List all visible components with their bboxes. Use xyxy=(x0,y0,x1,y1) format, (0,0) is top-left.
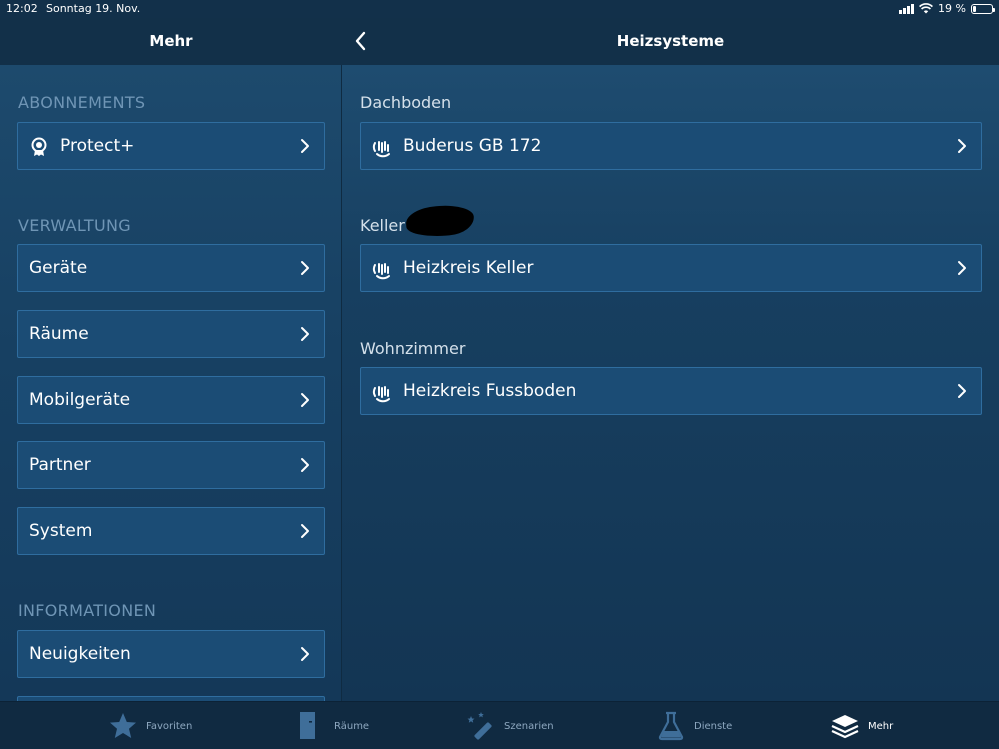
door-icon xyxy=(300,712,315,739)
tab-bar: Favoriten Räume Szenarien Dienste Mehr xyxy=(0,701,999,749)
status-indicators: 19 % xyxy=(899,2,995,15)
status-time: 12:02 xyxy=(6,2,38,15)
battery-percentage: 19 % xyxy=(938,2,966,15)
sidebar-item-geraete[interactable]: Geräte xyxy=(17,244,325,292)
sidebar-item-neuigkeiten[interactable]: Neuigkeiten xyxy=(17,630,325,678)
redaction-scribble xyxy=(405,203,475,239)
section-header-informationen: INFORMATIONEN xyxy=(18,601,157,620)
layers-icon xyxy=(831,715,859,739)
status-bar: 12:02 Sonntag 19. Nov. 19 % xyxy=(0,0,999,18)
cellular-signal-icon xyxy=(899,3,915,14)
tab-raeume[interactable]: Räume xyxy=(296,702,369,749)
sidebar-item-raeume[interactable]: Räume xyxy=(17,310,325,358)
heating-item-heizkreis-keller[interactable]: Heizkreis Keller xyxy=(360,244,982,292)
battery-icon xyxy=(971,3,995,14)
flask-icon xyxy=(658,711,684,741)
wifi-icon xyxy=(919,3,934,14)
chevron-right-icon xyxy=(301,458,309,472)
sidebar-item-label: Partner xyxy=(29,455,91,475)
chevron-right-icon xyxy=(301,393,309,407)
tab-mehr[interactable]: Mehr xyxy=(830,702,893,749)
battery-level xyxy=(973,5,977,12)
tab-label: Räume xyxy=(334,720,370,732)
heating-item-label: Buderus GB 172 xyxy=(403,136,542,156)
section-header-abonnements: ABONNEMENTS xyxy=(18,93,146,112)
sidebar-item-label: Mobilgeräte xyxy=(29,390,131,410)
sidebar: ABONNEMENTS Protect+ VERWALTUNG Geräte R… xyxy=(0,65,342,701)
heating-item-buderus[interactable]: Buderus GB 172 xyxy=(360,122,982,170)
sidebar-item-label: Räume xyxy=(29,324,89,344)
heating-system-icon xyxy=(372,141,390,158)
navigation-bar: Mehr Heizsysteme xyxy=(0,18,999,65)
chevron-right-icon xyxy=(301,524,309,538)
sidebar-item-label: Protect+ xyxy=(60,136,135,156)
sidebar-item-label: Geräte xyxy=(29,258,88,278)
chevron-right-icon xyxy=(301,647,309,661)
sidebar-item-protect-plus[interactable]: Protect+ xyxy=(17,122,325,170)
heating-item-heizkreis-fussboden[interactable]: Heizkreis Fussboden xyxy=(360,367,982,415)
status-date: Sonntag 19. Nov. xyxy=(46,2,141,15)
award-badge-icon xyxy=(31,137,47,156)
sidebar-item-label: System xyxy=(29,521,93,541)
room-header-wohnzimmer: Wohnzimmer xyxy=(360,339,466,358)
section-header-verwaltung: VERWALTUNG xyxy=(18,216,131,235)
star-icon xyxy=(110,713,136,738)
heating-system-icon xyxy=(372,263,390,280)
room-header-keller: Keller xyxy=(360,216,405,235)
heating-item-label: Heizkreis Keller xyxy=(403,258,534,278)
tab-dienste[interactable]: Dienste xyxy=(656,702,732,749)
sidebar-title: Mehr xyxy=(149,32,193,50)
sidebar-item-label: Neuigkeiten xyxy=(29,644,131,664)
magic-wand-icon xyxy=(467,712,492,740)
sidebar-item-mobilgeraete[interactable]: Mobilgeräte xyxy=(17,376,325,424)
chevron-right-icon xyxy=(958,139,966,153)
tab-label: Dienste xyxy=(694,720,733,732)
tab-label: Mehr xyxy=(868,720,894,732)
heating-item-label: Heizkreis Fussboden xyxy=(403,381,577,401)
tab-favoriten[interactable]: Favoriten xyxy=(108,702,192,749)
chevron-right-icon xyxy=(301,139,309,153)
chevron-right-icon xyxy=(301,261,309,275)
heating-system-icon xyxy=(372,386,390,403)
tab-szenarien[interactable]: Szenarien xyxy=(466,702,554,749)
chevron-right-icon xyxy=(958,261,966,275)
page-title: Heizsysteme xyxy=(616,32,725,50)
chevron-right-icon xyxy=(958,384,966,398)
chevron-right-icon xyxy=(301,327,309,341)
tab-label: Szenarien xyxy=(504,720,554,732)
main-content: Dachboden Buderus GB 172 Keller Heizkrei… xyxy=(342,65,999,701)
sidebar-item-system[interactable]: System xyxy=(17,507,325,555)
sidebar-item-partner[interactable]: Partner xyxy=(17,441,325,489)
tab-label: Favoriten xyxy=(146,720,193,732)
room-header-dachboden: Dachboden xyxy=(360,93,452,112)
